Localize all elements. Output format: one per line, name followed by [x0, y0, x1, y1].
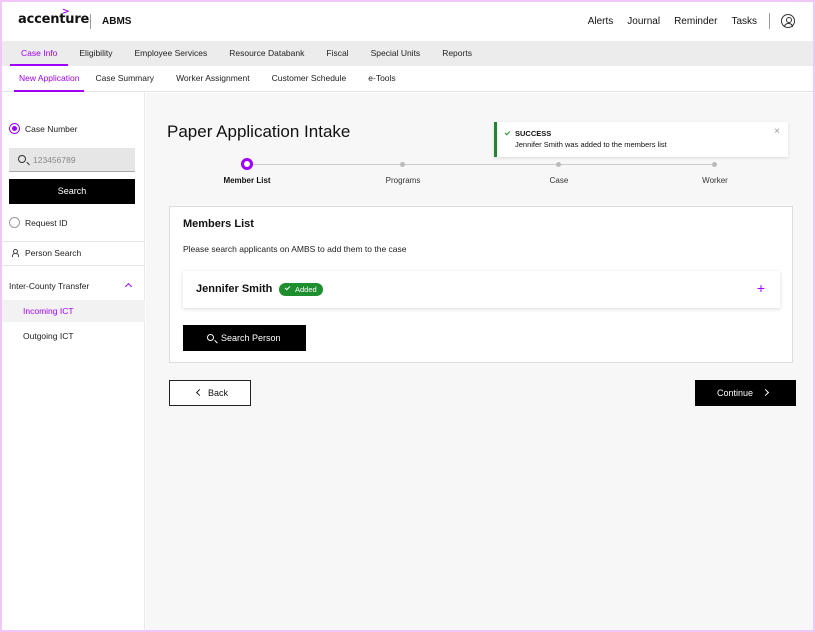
status-badge: Added [279, 283, 323, 296]
tab-eligibility[interactable]: Eligibility [68, 41, 123, 66]
page-title: Paper Application Intake [167, 122, 351, 141]
plus-icon[interactable]: + [757, 280, 765, 296]
header-divider [90, 14, 91, 29]
nav-reminder[interactable]: Reminder [674, 16, 717, 27]
request-id-label: Request ID [25, 218, 68, 228]
person-search-link[interactable]: Person Search [25, 248, 81, 258]
step-dot-programs [400, 162, 405, 167]
app-frame: accenture > ABMS Alerts Journal Reminder… [2, 2, 813, 630]
toast-title: SUCCESS [515, 129, 552, 138]
step-dot-member-list [241, 158, 253, 170]
step-dot-case [556, 162, 561, 167]
badge-label: Added [295, 285, 317, 294]
accenture-logo: accenture > [18, 7, 90, 27]
members-list-card: Members List Please search applicants on… [169, 206, 793, 363]
person-icon [11, 249, 19, 257]
tab-case-info[interactable]: Case Info [10, 41, 69, 66]
step-label-member-list: Member List [223, 176, 271, 185]
search-icon [207, 334, 214, 341]
divider [2, 265, 145, 266]
header-divider-right [769, 13, 770, 29]
logo-text: accenture [18, 12, 90, 27]
step-dot-worker [712, 162, 717, 167]
search-icon [18, 155, 26, 163]
tab-worker-assignment[interactable]: Worker Assignment [165, 66, 261, 92]
step-label-worker: Worker [702, 176, 728, 185]
back-label: Back [208, 388, 229, 398]
tab-customer-schedule[interactable]: Customer Schedule [261, 66, 358, 92]
close-icon[interactable]: × [774, 126, 780, 137]
case-number-input[interactable]: 123456789 [9, 148, 135, 172]
tab-resource-databank[interactable]: Resource Databank [218, 41, 315, 66]
check-icon [504, 129, 511, 136]
top-nav: Alerts Journal Reminder Tasks [588, 16, 757, 27]
case-number-radio[interactable] [9, 123, 20, 134]
divider [2, 241, 145, 242]
tab-special-units[interactable]: Special Units [360, 41, 432, 66]
continue-button[interactable]: Continue [695, 380, 796, 406]
inter-county-transfer-group[interactable]: Inter-County Transfer [9, 281, 89, 291]
top-header: accenture > ABMS Alerts Journal Reminder… [2, 2, 813, 41]
success-toast: SUCCESS Jennifer Smith was added to the … [494, 122, 788, 157]
nav-tasks[interactable]: Tasks [731, 16, 757, 27]
check-icon [284, 284, 291, 291]
stepper-line [247, 164, 714, 165]
tab-case-summary[interactable]: Case Summary [84, 66, 165, 92]
continue-label: Continue [717, 388, 754, 398]
chevron-up-icon[interactable] [124, 282, 133, 291]
main-content: Paper Application Intake SUCCESS Jennife… [146, 93, 813, 630]
toast-message: Jennifer Smith was added to the members … [515, 140, 667, 149]
search-placeholder: 123456789 [33, 155, 76, 165]
step-label-programs: Programs [385, 176, 421, 185]
nav-journal[interactable]: Journal [627, 16, 660, 27]
step-label-case: Case [549, 176, 569, 185]
tab-employee-services[interactable]: Employee Services [123, 41, 218, 66]
nav-alerts[interactable]: Alerts [588, 16, 614, 27]
member-row: Jennifer Smith Added + [183, 271, 780, 308]
primary-tabs: Case Info Eligibility Employee Services … [2, 41, 813, 66]
card-title: Members List [183, 218, 254, 230]
tab-new-application[interactable]: New Application [14, 66, 85, 92]
search-person-button[interactable]: Search Person [183, 325, 306, 351]
sidebar-item-outgoing-ict[interactable]: Outgoing ICT [23, 331, 74, 341]
search-button[interactable]: Search [9, 179, 135, 204]
chevron-left-icon [195, 388, 204, 397]
tab-e-tools[interactable]: e-Tools [357, 66, 406, 92]
tab-fiscal[interactable]: Fiscal [315, 41, 359, 66]
case-number-label: Case Number [25, 124, 78, 134]
sidebar-item-incoming-ict[interactable]: Incoming ICT [23, 306, 74, 316]
sidebar: Case Number 123456789 Search Request ID … [2, 93, 145, 630]
search-person-label: Search Person [221, 333, 281, 343]
card-subtitle: Please search applicants on AMBS to add … [183, 244, 407, 254]
member-name: Jennifer Smith [196, 283, 273, 295]
secondary-tabs: New Application Case Summary Worker Assi… [2, 66, 813, 92]
user-circle-icon[interactable] [781, 14, 795, 28]
tab-reports[interactable]: Reports [431, 41, 483, 66]
app-name: ABMS [102, 16, 132, 27]
request-id-radio[interactable] [9, 217, 20, 228]
logo-mark-icon: > [62, 7, 70, 17]
chevron-right-icon [761, 388, 770, 397]
back-button[interactable]: Back [169, 380, 251, 406]
